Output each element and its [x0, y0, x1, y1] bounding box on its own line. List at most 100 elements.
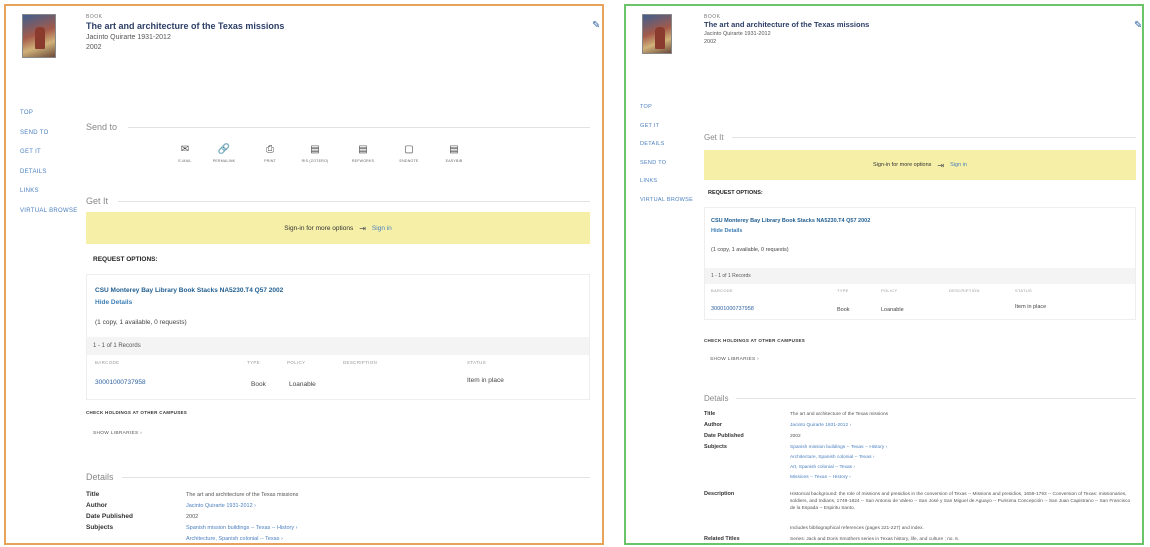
item-policy: Loanable: [289, 381, 316, 388]
holding-location[interactable]: CSU Monterey Bay Library Book Stacks NA5…: [95, 287, 283, 294]
detail-value-author[interactable]: Jacinto Quirarte 1931-2012 ›: [790, 423, 851, 428]
column-header-policy: POLICY: [881, 288, 898, 293]
nav-get-it[interactable]: GET IT: [640, 123, 693, 142]
nav-top[interactable]: TOP: [640, 104, 693, 123]
availability-summary: (1 copy, 1 available, 0 requests): [95, 319, 187, 326]
section-title-details: Details: [86, 472, 114, 482]
send-to-endnote[interactable]: ▢ ENDNOTE: [387, 144, 431, 163]
nav-top[interactable]: TOP: [20, 110, 78, 130]
holding-location[interactable]: CSU Monterey Bay Library Book Stacks NA5…: [711, 218, 870, 224]
section-title-details: Details: [704, 394, 729, 403]
section-nav: TOP GET IT DETAILS SEND TO LINKS VIRTUAL…: [640, 104, 693, 215]
column-header-barcode: BARCODE: [95, 360, 120, 365]
detail-value-title: The art and architecture of the Texas mi…: [790, 412, 889, 417]
check-holdings-heading: CHECK HOLDINGS AT OTHER CAMPUSES: [704, 338, 806, 343]
send-to-permalink[interactable]: 🔗 PERMALINK: [202, 144, 246, 163]
detail-label-date: Date Published: [704, 433, 744, 439]
record-title[interactable]: The art and architecture of the Texas mi…: [86, 21, 284, 31]
signin-link[interactable]: Sign in: [950, 162, 967, 168]
request-options-heading: REQUEST OPTIONS:: [708, 190, 763, 196]
detail-value-title: The art and architecture of the Texas mi…: [186, 492, 299, 498]
nav-virtual-browse[interactable]: VIRTUAL BROWSE: [640, 197, 693, 216]
sign-in-icon[interactable]: ⇥: [937, 161, 944, 170]
column-header-policy: POLICY: [287, 360, 306, 365]
record-type: BOOK: [86, 14, 103, 20]
records-count: 1 - 1 of 1 Records: [87, 337, 589, 355]
send-to-email[interactable]: ✉ E-MAIL: [163, 144, 207, 163]
column-header-type: TYPE: [247, 360, 260, 365]
nav-links[interactable]: LINKS: [640, 178, 693, 197]
hide-details-link[interactable]: Hide Details: [95, 299, 132, 306]
layout-a-panel: BOOK The art and architecture of the Tex…: [4, 4, 604, 545]
signin-link[interactable]: Sign in: [372, 225, 392, 232]
document-icon: ▤: [449, 144, 459, 155]
detail-label-date: Date Published: [86, 513, 133, 520]
detail-label-related-titles: Related Titles: [704, 536, 740, 542]
section-divider: [128, 127, 590, 128]
sign-in-icon[interactable]: ⇥: [359, 224, 366, 233]
show-libraries-button[interactable]: SHOW LIBRARIES ›: [710, 357, 759, 362]
section-nav: TOP SEND TO GET IT DETAILS LINKS VIRTUAL…: [20, 110, 78, 227]
detail-value-description: Historical background: the role of missi…: [790, 492, 1131, 511]
pin-icon[interactable]: ✎: [1134, 20, 1142, 31]
detail-subject-link[interactable]: Architecture, Spanish colonial -- Texas …: [790, 455, 874, 460]
send-to-easybib[interactable]: ▤ EASYBIB: [432, 144, 476, 163]
document-icon: ▤: [358, 144, 368, 155]
nav-get-it[interactable]: GET IT: [20, 149, 78, 169]
check-holdings-heading: CHECK HOLDINGS AT OTHER CAMPUSES: [86, 410, 188, 415]
detail-subject-link[interactable]: Missions -- Texas -- History ›: [790, 475, 851, 480]
detail-subject-link[interactable]: Spanish mission buildings -- Texas -- Hi…: [186, 525, 297, 531]
nav-details[interactable]: DETAILS: [20, 169, 78, 189]
detail-value-bibliography-note: Includes bibliographical references (pag…: [790, 526, 924, 531]
book-cover-thumbnail[interactable]: [642, 14, 672, 54]
detail-subject-link[interactable]: Spanish mission buildings -- Texas -- Hi…: [790, 445, 887, 450]
item-barcode[interactable]: 30001000737958: [711, 306, 754, 312]
detail-label-title: Title: [86, 491, 100, 498]
detail-value-related-titles: Series: Jack and Doris Smothers series i…: [790, 537, 960, 542]
record-author[interactable]: Jacinto Quirarte 1931-2012: [86, 34, 171, 41]
section-title-send-to: Send to: [86, 122, 118, 132]
section-divider: [122, 477, 590, 478]
record-date: 2002: [704, 39, 717, 45]
nav-links[interactable]: LINKS: [20, 188, 78, 208]
records-count: 1 - 1 of 1 Records: [705, 268, 1135, 284]
nav-details[interactable]: DETAILS: [640, 141, 693, 160]
detail-label-title: Title: [704, 411, 716, 417]
detail-subject-link[interactable]: Architecture, Spanish colonial -- Texas …: [186, 536, 283, 542]
show-libraries-button[interactable]: SHOW LIBRARIES ›: [93, 431, 142, 436]
document-icon: ▢: [404, 144, 414, 155]
pin-icon[interactable]: ✎: [592, 20, 600, 31]
detail-label-author: Author: [704, 422, 723, 428]
availability-summary: (1 copy, 1 available, 0 requests): [711, 247, 789, 253]
item-barcode[interactable]: 30001000737958: [95, 379, 146, 386]
record-date: 2002: [86, 44, 102, 51]
book-cover-thumbnail[interactable]: [22, 14, 56, 58]
column-header-status: STATUS: [1015, 288, 1032, 293]
column-header-status: STATUS: [467, 360, 486, 365]
send-to-refworks[interactable]: ▤ REFWORKS: [341, 144, 385, 163]
detail-value-author[interactable]: Jacinto Quirarte 1931-2012 ›: [186, 503, 256, 509]
signin-message: Sign-in for more options: [873, 162, 932, 168]
detail-label-subjects: Subjects: [86, 524, 114, 531]
column-header-type: TYPE: [837, 288, 849, 293]
item-status: Item in place: [1015, 304, 1047, 310]
signin-banner: Sign-in for more options ⇥ Sign in: [704, 150, 1136, 180]
record-title[interactable]: The art and architecture of the Texas mi…: [704, 20, 869, 29]
request-options-heading: REQUEST OPTIONS:: [93, 256, 158, 263]
column-header-barcode: BARCODE: [711, 288, 733, 293]
detail-label-description: Description: [704, 491, 735, 497]
envelope-icon: ✉: [180, 144, 190, 155]
record-author[interactable]: Jacinto Quirarte 1931-2012: [704, 31, 771, 37]
nav-virtual-browse[interactable]: VIRTUAL BROWSE: [20, 208, 78, 228]
holding-card: CSU Monterey Bay Library Book Stacks NA5…: [704, 207, 1136, 320]
hide-details-link[interactable]: Hide Details: [711, 228, 742, 234]
nav-send-to[interactable]: SEND TO: [20, 130, 78, 150]
send-to-print[interactable]: ⎙ PRINT: [248, 144, 292, 163]
nav-send-to[interactable]: SEND TO: [640, 160, 693, 179]
send-to-ris[interactable]: ▤ RIS (ZOTERO): [293, 144, 337, 163]
detail-subject-link[interactable]: Art, Spanish colonial -- Texas ›: [790, 465, 855, 470]
detail-label-subjects: Subjects: [704, 444, 727, 450]
item-policy: Loanable: [881, 307, 904, 313]
layout-b-panel: BOOK The art and architecture of the Tex…: [624, 4, 1144, 545]
section-divider: [736, 398, 1136, 399]
